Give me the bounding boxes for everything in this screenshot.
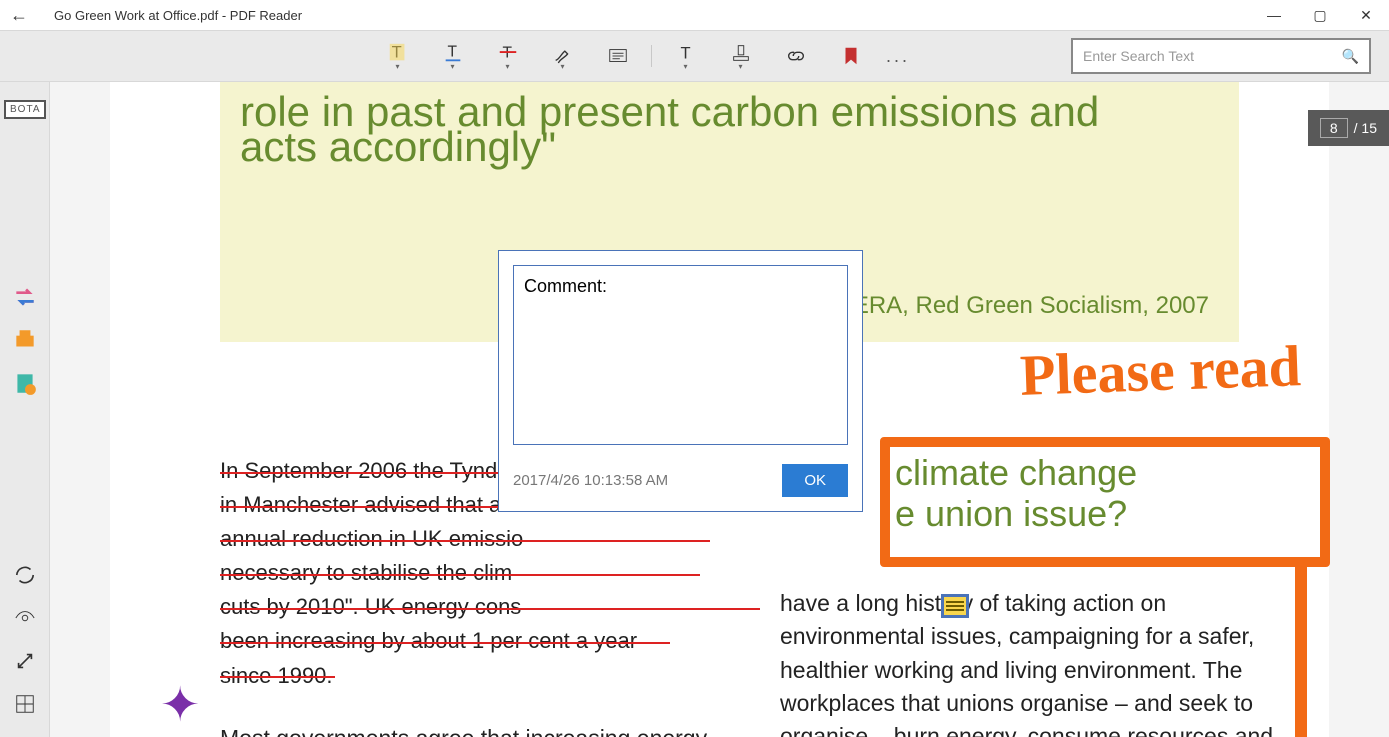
ok-button[interactable]: OK: [782, 464, 848, 497]
bookmark-tool[interactable]: [823, 36, 878, 76]
star-annotation[interactable]: ✦: [160, 677, 200, 733]
maximize-button[interactable]: ▢: [1297, 0, 1343, 30]
search-input[interactable]: [1083, 48, 1342, 64]
svg-text:T: T: [502, 44, 512, 61]
sync-tool[interactable]: [5, 555, 45, 595]
total-pages: / 15: [1354, 120, 1377, 136]
body-column-1: Most governments agree that increasing e…: [220, 722, 740, 737]
comment-timestamp: 2017/4/26 10:13:58 AM: [513, 472, 668, 489]
bota-toggle[interactable]: BOTA: [4, 100, 46, 119]
comment-textarea[interactable]: Comment:: [513, 265, 848, 445]
fullscreen-tool[interactable]: [5, 641, 45, 681]
clipboard-tool[interactable]: [5, 363, 45, 403]
svg-text:T: T: [680, 44, 690, 62]
ink-annotation-box[interactable]: [880, 437, 1330, 567]
convert-tool[interactable]: [5, 277, 45, 317]
underline-tool[interactable]: T▾: [425, 36, 480, 76]
svg-text:T: T: [447, 43, 457, 60]
fax-tool[interactable]: [5, 320, 45, 360]
textbox-tool[interactable]: T▾: [658, 36, 713, 76]
main-toolbar: T▾ T▾ T▾ ▾ T▾ ▾ ... 🔍: [0, 30, 1389, 82]
link-tool[interactable]: [768, 36, 823, 76]
search-icon[interactable]: 🔍: [1342, 48, 1359, 65]
stamp-tool[interactable]: ▾: [713, 36, 768, 76]
ink-tool[interactable]: ▾: [535, 36, 590, 76]
more-tools-button[interactable]: ...: [878, 46, 918, 67]
minimize-button[interactable]: —: [1251, 0, 1297, 30]
search-box[interactable]: 🔍: [1071, 38, 1371, 74]
page-indicator[interactable]: 8 / 15: [1308, 110, 1389, 146]
strikethrough-tool[interactable]: T▾: [480, 36, 535, 76]
title-bar: ← Go Green Work at Office.pdf - PDF Read…: [0, 0, 1389, 30]
comment-dialog: Comment: 2017/4/26 10:13:58 AM OK: [498, 250, 863, 512]
grid-tool[interactable]: [5, 684, 45, 724]
window-title: Go Green Work at Office.pdf - PDF Reader: [54, 8, 302, 23]
ink-annotation-text[interactable]: Please read: [1019, 332, 1302, 409]
back-button[interactable]: ←: [10, 5, 34, 26]
view-tool[interactable]: [5, 598, 45, 638]
sticky-note-icon[interactable]: [941, 594, 969, 618]
quote-source: SERA, Red Green Socialism, 2007: [837, 292, 1209, 320]
body-column-2: have a long history of taking action on …: [780, 587, 1310, 737]
current-page[interactable]: 8: [1320, 118, 1348, 138]
document-canvas[interactable]: role in past and present carbon emission…: [50, 82, 1389, 737]
highlight-tool[interactable]: T▾: [370, 36, 425, 76]
left-sidebar: BOTA: [0, 82, 50, 737]
note-tool[interactable]: [590, 36, 645, 76]
close-button[interactable]: ✕: [1343, 0, 1389, 30]
